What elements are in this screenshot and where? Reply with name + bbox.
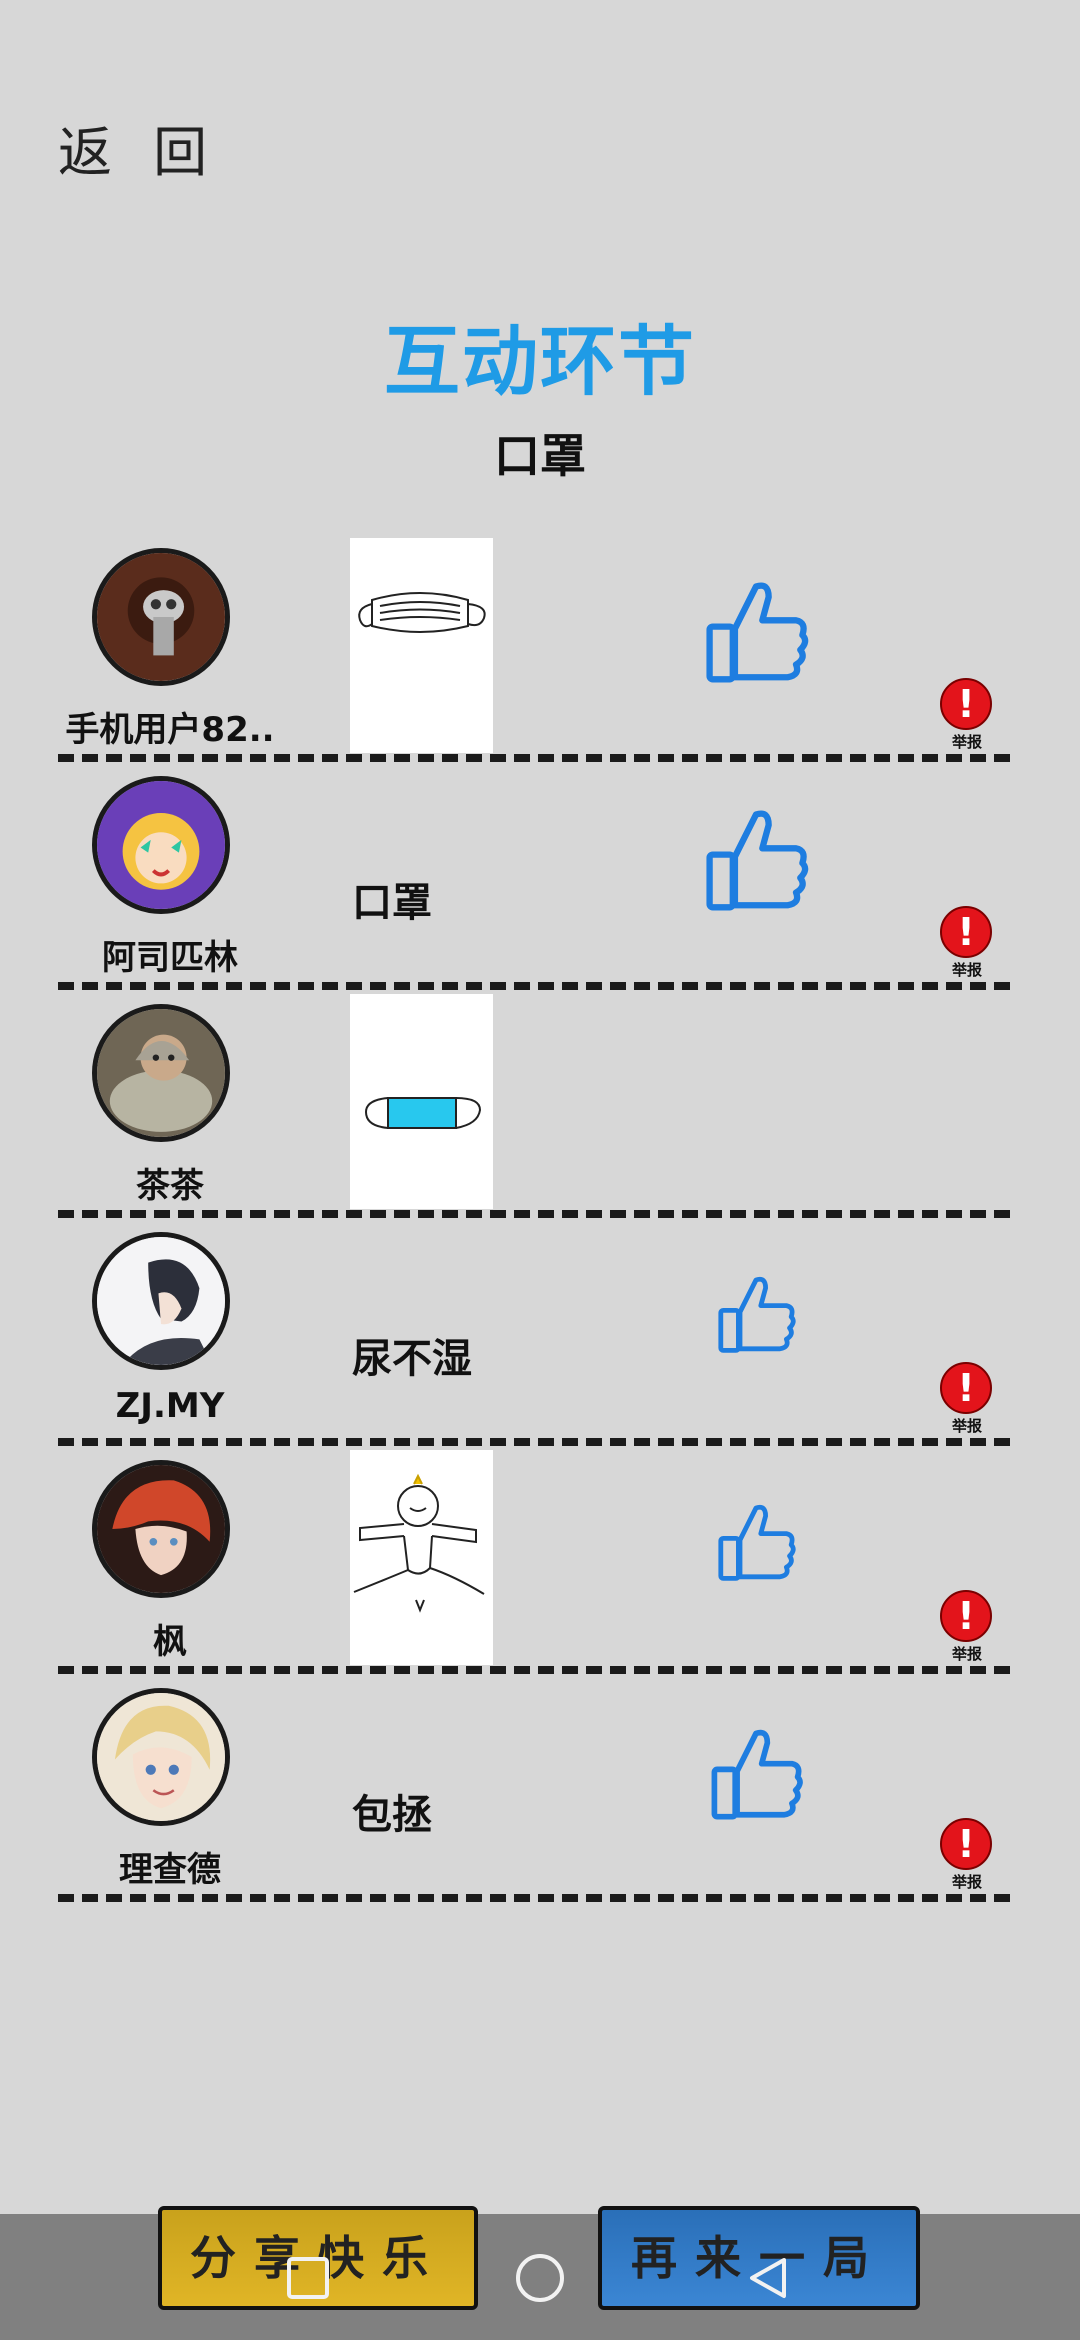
- list-item: 手机用户82.. ! 举报: [0, 534, 1080, 762]
- list-item: 阿司匹林 口罩 ! 举报: [0, 762, 1080, 990]
- player-name: 枫: [153, 1622, 187, 1662]
- avatar: [92, 1688, 230, 1826]
- report-button[interactable]: ! 举报: [940, 1818, 994, 1892]
- report-label: 举报: [951, 1873, 982, 1891]
- avatar: [92, 1004, 230, 1142]
- drawing-image: [350, 994, 493, 1209]
- report-label: 举报: [951, 1645, 982, 1663]
- back-triangle-icon[interactable]: [744, 2254, 792, 2302]
- alert-icon: !: [940, 906, 992, 958]
- page-title: 互动环节: [384, 317, 696, 406]
- player-name: 理查德: [119, 1850, 221, 1890]
- circle-icon[interactable]: [514, 2252, 566, 2304]
- avatar: [92, 1232, 230, 1370]
- text-answer: 口罩: [352, 880, 432, 926]
- square-icon[interactable]: [286, 2256, 330, 2300]
- like-thumbs-up-icon[interactable]: [716, 1500, 796, 1588]
- player-name: 茶茶: [136, 1166, 204, 1206]
- list-item: 理查德 包拯 ! 举报: [0, 1674, 1080, 1902]
- report-button[interactable]: ! 举报: [940, 906, 994, 980]
- report-label: 举报: [951, 733, 982, 751]
- report-label: 举报: [951, 1417, 982, 1435]
- like-thumbs-up-icon[interactable]: [702, 576, 810, 692]
- topic-word: 口罩: [494, 429, 586, 483]
- like-thumbs-up-icon[interactable]: [716, 1272, 796, 1360]
- avatar: [92, 776, 230, 914]
- report-button[interactable]: ! 举报: [940, 678, 994, 752]
- text-answer: 尿不湿: [352, 1336, 472, 1382]
- player-list: 手机用户82.. ! 举报 阿司匹林 口罩 ! 举报 茶茶 ZJ.MY 尿不湿 …: [0, 534, 1080, 1902]
- drawing-image: [350, 538, 493, 753]
- drawing-image: [350, 1450, 493, 1665]
- player-name: ZJ.MY: [115, 1386, 225, 1426]
- player-name: 手机用户82..: [65, 710, 275, 750]
- list-item: 茶茶: [0, 990, 1080, 1218]
- alert-icon: !: [940, 1590, 992, 1642]
- alert-icon: !: [940, 1818, 992, 1870]
- text-answer: 包拯: [352, 1792, 432, 1838]
- player-name: 阿司匹林: [102, 938, 238, 978]
- list-item: ZJ.MY 尿不湿 ! 举报: [0, 1218, 1080, 1446]
- alert-icon: !: [940, 1362, 992, 1414]
- alert-icon: !: [940, 678, 992, 730]
- list-item: 枫 ! 举报: [0, 1446, 1080, 1674]
- avatar: [92, 548, 230, 686]
- report-label: 举报: [951, 961, 982, 979]
- avatar: [92, 1460, 230, 1598]
- back-button[interactable]: 返 回: [58, 108, 219, 187]
- report-button[interactable]: ! 举报: [940, 1362, 994, 1436]
- like-thumbs-up-icon[interactable]: [702, 804, 810, 920]
- like-thumbs-up-icon[interactable]: [708, 1724, 804, 1828]
- report-button[interactable]: ! 举报: [940, 1590, 994, 1664]
